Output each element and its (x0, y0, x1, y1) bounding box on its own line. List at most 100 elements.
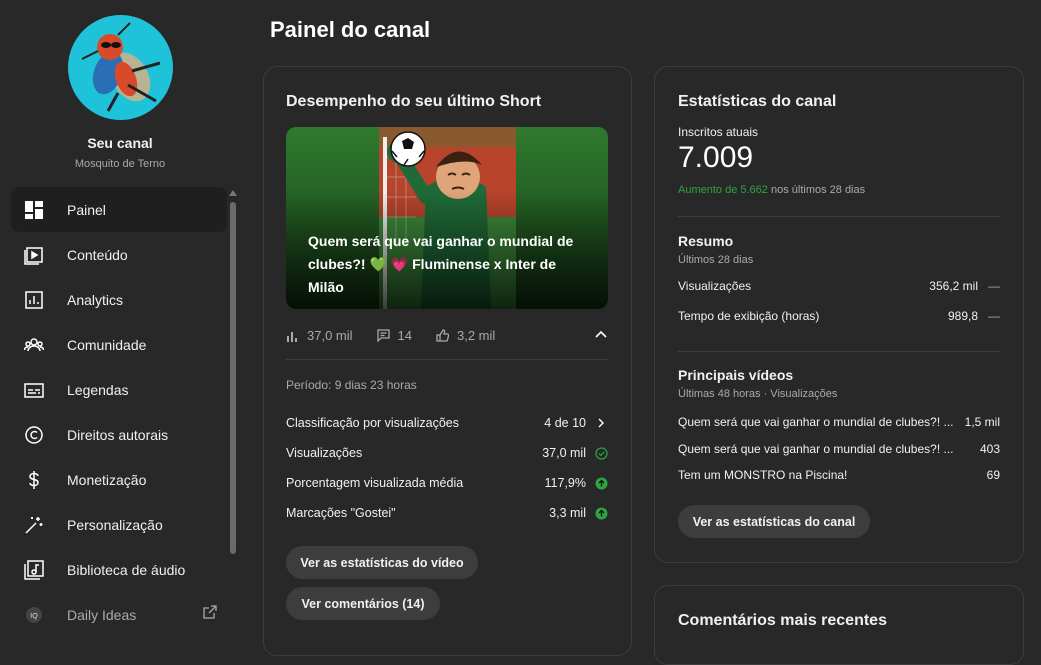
stat-row-likes: Marcações "Gostei" 3,3 mil (286, 506, 608, 520)
sidebar-item-direitos-autorais[interactable]: Direitos autorais (11, 412, 227, 457)
short-thumbnail[interactable]: Quem será que vai ganhar o mundial de cl… (286, 127, 608, 309)
top-video-row[interactable]: Tem um MONSTRO na Piscina! 69 (678, 468, 1000, 482)
stat-row-avg-viewed: Porcentagem visualizada média 117,9% (286, 476, 608, 490)
channel-stats-button[interactable]: Ver as estatísticas do canal (678, 505, 870, 538)
copyright-icon (24, 425, 44, 445)
stat-row-views: Visualizações 37,0 mil (286, 446, 608, 460)
external-link-icon (203, 605, 217, 624)
sidebar: Seu canal Mosquito de Terno Painel Conte… (0, 0, 240, 637)
stat-row-ranking[interactable]: Classificação por visualizações 4 de 10 (286, 416, 608, 430)
thumbs-up-icon (436, 328, 449, 342)
top-videos-title: Principais vídeos (678, 367, 794, 383)
stat-value: 37,0 mil (542, 446, 586, 460)
summary-trend: — (988, 309, 1000, 323)
short-metrics-row: 37,0 mil 14 3,2 mil (286, 325, 608, 345)
dashboard-icon (24, 200, 44, 220)
sidebar-item-label: Painel (67, 201, 106, 218)
content-icon (24, 245, 44, 265)
arrow-up-icon (594, 506, 608, 520)
summary-title: Resumo (678, 233, 734, 249)
sidebar-item-painel[interactable]: Painel (11, 187, 227, 232)
sidebar-item-label: Conteúdo (67, 246, 128, 263)
card-title: Desempenho do seu último Short (286, 93, 542, 110)
top-video-row[interactable]: Quem será que vai ganhar o mundial de cl… (678, 442, 1000, 456)
growth-highlight: Aumento de 5.662 (678, 184, 768, 196)
sidebar-item-conteudo[interactable]: Conteúdo (11, 232, 227, 277)
summary-label: Tempo de exibição (horas) (678, 309, 820, 323)
scroll-up-arrow-icon[interactable] (229, 190, 237, 196)
page-title: Painel do canal (270, 17, 431, 42)
stat-value: 3,3 mil (549, 506, 586, 520)
views-metric: 37,0 mil (286, 328, 353, 343)
stat-label: Classificação por visualizações (286, 416, 459, 430)
sidebar-item-personalizacao[interactable]: Personalização (11, 502, 227, 547)
top-video-row[interactable]: Quem será que vai ganhar o mundial de cl… (678, 415, 1000, 429)
sidebar-item-label: Monetização (67, 471, 147, 488)
summary-row-views: Visualizações 356,2 mil — (678, 279, 1000, 293)
sidebar-item-label: Biblioteca de áudio (67, 561, 186, 578)
divider (678, 351, 1000, 352)
channel-stats-card: Estatísticas do canal Inscritos atuais 7… (654, 66, 1024, 563)
channel-avatar[interactable] (68, 15, 173, 120)
sidebar-item-daily-ideas[interactable]: IQ Daily Ideas (11, 592, 227, 637)
svg-text:IQ: IQ (30, 613, 38, 620)
video-stats-button[interactable]: Ver as estatísticas do vídeo (286, 546, 478, 579)
comments-count: 14 (397, 327, 412, 343)
subscribers-label: Inscritos atuais (678, 125, 759, 139)
divider (286, 359, 608, 360)
daily-ideas-icon: IQ (24, 605, 44, 625)
audio-library-icon (24, 559, 44, 580)
summary-subtitle: Últimos 28 dias (678, 254, 754, 266)
top-video-title: Quem será que vai ganhar o mundial de cl… (678, 442, 954, 456)
sidebar-scrollbar[interactable] (229, 190, 237, 590)
growth-period: nos últimos 28 dias (767, 184, 866, 196)
chevron-up-icon[interactable] (594, 327, 608, 344)
subscribers-growth: Aumento de 5.662 nos últimos 28 dias (678, 184, 865, 196)
bar-chart-icon (287, 331, 297, 342)
divider (678, 216, 1000, 217)
magic-wand-icon (24, 515, 44, 535)
subscribers-count: 7.009 (678, 141, 754, 174)
card-title: Comentários mais recentes (678, 612, 887, 629)
dollar-icon (24, 470, 44, 490)
short-period: Período: 9 dias 23 horas (286, 378, 417, 392)
stat-label: Visualizações (286, 446, 363, 460)
community-icon (24, 335, 44, 355)
sidebar-item-label: Comunidade (67, 336, 147, 353)
summary-label: Visualizações (678, 279, 752, 293)
top-video-views: 403 (979, 442, 1000, 456)
latest-comments-card: Comentários mais recentes (654, 585, 1024, 665)
view-comments-button[interactable]: Ver comentários (14) (286, 587, 440, 620)
arrow-up-icon (594, 476, 608, 490)
sidebar-item-label: Legendas (67, 381, 129, 398)
sidebar-item-label: Personalização (67, 516, 163, 533)
channel-handle: Mosquito de Terno (74, 158, 166, 170)
views-count: 37,0 mil (307, 327, 353, 343)
sidebar-item-biblioteca-de-audio[interactable]: Biblioteca de áudio (11, 547, 227, 592)
sidebar-item-label: Analytics (67, 291, 124, 308)
sidebar-item-legendas[interactable]: Legendas (11, 367, 227, 412)
short-thumbnail-caption: Quem será que vai ganhar o mundial de cl… (308, 233, 574, 295)
check-circle-icon (594, 446, 608, 460)
sidebar-item-analytics[interactable]: Analytics (11, 277, 227, 322)
channel-name: Seu canal (87, 135, 153, 151)
sidebar-item-label: Daily Ideas (67, 606, 137, 623)
summary-value: 989,8 (947, 309, 978, 323)
summary-value: 356,2 mil (929, 279, 978, 293)
likes-count: 3,2 mil (457, 327, 496, 343)
sidebar-item-comunidade[interactable]: Comunidade (11, 322, 227, 367)
top-video-views: 69 (986, 468, 1000, 482)
summary-row-watch-time: Tempo de exibição (horas) 989,8 — (678, 309, 1000, 323)
sidebar-item-monetizacao[interactable]: Monetização (11, 457, 227, 502)
comments-metric: 14 (376, 327, 412, 343)
comment-icon (376, 328, 390, 342)
sidebar-nav: Painel Conteúdo Analytics Comunidade Leg… (11, 187, 227, 637)
stat-value: 117,9% (544, 476, 586, 490)
top-video-views: 1,5 mil (964, 415, 1000, 429)
stat-value: 4 de 10 (544, 416, 586, 430)
likes-metric: 3,2 mil (436, 328, 495, 343)
mosquito-avatar-icon (81, 22, 161, 112)
top-videos-subtitle: Últimas 48 horas · Visualizações (678, 388, 838, 400)
latest-short-card: Desempenho do seu último Short Quem será… (263, 66, 632, 656)
scroll-thumb[interactable] (230, 202, 236, 554)
